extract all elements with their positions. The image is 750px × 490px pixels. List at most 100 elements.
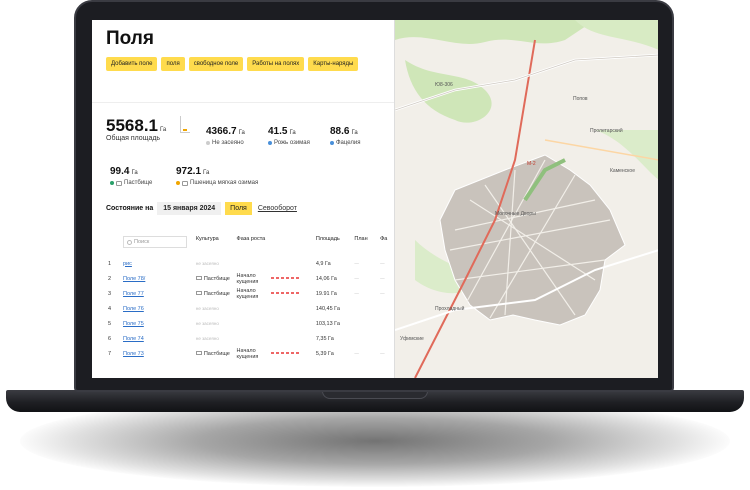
stat-unit: Га	[289, 130, 296, 136]
fields-button[interactable]: поля	[161, 57, 185, 71]
work-orders-button[interactable]: Карты-наряды	[308, 57, 359, 71]
area-cell: 4,9 Га	[315, 260, 331, 267]
legend-dot	[110, 181, 114, 185]
crop-cell: не засеяно	[195, 306, 219, 311]
search-input[interactable]: Поиск	[123, 236, 187, 248]
table-row[interactable]: 6 Поле 74 не засеяно 7,35 Га	[106, 331, 391, 346]
table-row[interactable]: 5 Поле 75 не засеяно 103,13 Га	[106, 316, 391, 331]
area-cell: 5,39 Га	[315, 350, 334, 357]
crop-cell: Пастбище	[203, 275, 230, 282]
growth-chart	[270, 292, 299, 295]
map-label: М-2	[527, 161, 536, 167]
total-area-label: Общая площадь	[106, 135, 161, 142]
tab-crop-rotation[interactable]: Севооборот	[258, 205, 297, 212]
screen: Поля Добавить поле поля свободное поле Р…	[92, 20, 658, 378]
field-link[interactable]: рис	[123, 261, 132, 267]
free-field-button[interactable]: свободное поле	[188, 57, 244, 71]
phase-cell: Начало кущения	[236, 272, 259, 285]
stat-label: Пастбище	[124, 180, 153, 186]
field-link[interactable]: Поле 76	[123, 306, 144, 312]
phase-cell	[235, 331, 269, 346]
stat-unit: Га	[238, 130, 245, 136]
total-area-unit: Га	[160, 127, 167, 133]
field-link[interactable]: Поле 75	[123, 321, 144, 327]
row-number: 2	[108, 275, 112, 282]
divider	[92, 102, 394, 103]
field-link[interactable]: Поле 77	[123, 291, 144, 297]
phase-cell: Начало кущения	[236, 287, 259, 300]
stat-value: 972.1	[176, 166, 202, 177]
table-row[interactable]: 1 рис не засеяно 4,9 Га — —	[106, 256, 391, 271]
stat-label: Пшеница мягкая озимая	[190, 180, 259, 186]
stat-not-sown: 4366.7 Га Не засеяно	[206, 121, 245, 146]
date-picker[interactable]: 15 января 2024	[157, 202, 222, 215]
col-crop[interactable]: Культура	[194, 234, 235, 256]
total-area: 5568.1 Га Общая площадь	[106, 116, 166, 142]
row-number: 4	[108, 305, 112, 312]
page-title: Поля	[106, 28, 154, 49]
col-phase[interactable]: Фаза роста	[235, 234, 269, 256]
stat-value: 4366.7	[206, 126, 237, 137]
stat-unit: Га	[203, 170, 210, 176]
stat-label: Не засеяно	[212, 140, 244, 146]
area-cell: 103,13 Га	[315, 320, 340, 327]
total-area-value: 5568.1	[106, 116, 158, 135]
stat-rye: 41.5 Га Рожь озимая	[268, 121, 310, 146]
table-row[interactable]: 4 Поле 76 не засеяно 140,45 Га	[106, 301, 391, 316]
tab-fields[interactable]: Поля	[225, 202, 252, 215]
col-search: Поиск	[121, 234, 194, 256]
area-mini-chart	[180, 116, 190, 133]
stat-pasture: 99.4 Га Пастбище	[110, 161, 152, 186]
table-row[interactable]: 7 Поле 73 Пастбище Начало кущения 5,39 Г…	[106, 346, 391, 361]
crop-cell: не засеяно	[195, 336, 219, 341]
stat-value: 99.4	[110, 166, 130, 177]
col-fact[interactable]: Фа	[378, 234, 391, 256]
table-row[interactable]: 2 Поле 78/ Пастбище Начало кущения 14,06…	[106, 271, 391, 286]
stat-unit: Га	[131, 170, 138, 176]
map-label: Каменское	[610, 168, 635, 174]
table-row[interactable]: 3 Поле 77 Пастбище Начало кущения 19.91 …	[106, 286, 391, 301]
field-link[interactable]: Поле 78/	[123, 276, 145, 282]
stat-value: 88.6	[330, 126, 350, 137]
add-field-button[interactable]: Добавить поле	[106, 57, 158, 71]
legend-dot	[268, 141, 272, 145]
crop-cell: Пастбище	[203, 290, 230, 297]
area-cell: 140,45 Га	[315, 305, 340, 312]
area-cell: 14,06 Га	[315, 275, 337, 282]
phase-cell	[235, 301, 269, 316]
stage: Поля Добавить поле поля свободное поле Р…	[0, 0, 750, 490]
map-label: Уфимские	[400, 336, 424, 342]
fields-map[interactable]: Попов Пролетарский Каменское Молочные Дв…	[394, 20, 658, 378]
stat-label: Рожь озимая	[274, 140, 310, 146]
area-cell: 19.91 Га	[315, 290, 337, 297]
map-canvas[interactable]: Попов Пролетарский Каменское Молочные Дв…	[395, 20, 658, 378]
state-bar: Состояние на 15 января 2024 Поля Севообо…	[106, 202, 297, 215]
pasture-icon	[195, 351, 202, 356]
map-label: Молочные Дворы	[495, 211, 536, 217]
col-area[interactable]: Площадь	[314, 234, 353, 256]
stat-value: 41.5	[268, 126, 288, 137]
action-buttons: Добавить поле поля свободное поле Работы…	[106, 57, 366, 71]
area-cell: 7,35 Га	[315, 335, 334, 342]
legend-dot	[176, 181, 180, 185]
field-link[interactable]: Поле 74	[123, 336, 144, 342]
stat-label: Фацелия	[336, 140, 361, 146]
phase-cell	[235, 256, 269, 271]
pasture-icon	[195, 276, 202, 281]
crop-cell: не засеяно	[195, 321, 219, 326]
col-plan[interactable]: План	[352, 234, 378, 256]
map-label: Прохладный	[435, 305, 465, 312]
row-number: 7	[108, 350, 112, 357]
map-label: Попов	[573, 96, 588, 102]
stat-wheat: 972.1 Га Пшеница мягкая озимая	[176, 161, 258, 186]
map-label: Ю8-306	[435, 82, 453, 88]
phase-cell: Начало кущения	[236, 347, 259, 360]
field-works-button[interactable]: Работы на полях	[247, 57, 305, 71]
pasture-icon	[116, 180, 122, 186]
field-link[interactable]: Поле 73	[123, 351, 144, 357]
pasture-icon	[195, 291, 202, 296]
growth-chart	[270, 277, 299, 280]
col-chart	[269, 234, 314, 256]
row-number: 3	[108, 290, 112, 297]
row-number: 5	[108, 320, 112, 327]
